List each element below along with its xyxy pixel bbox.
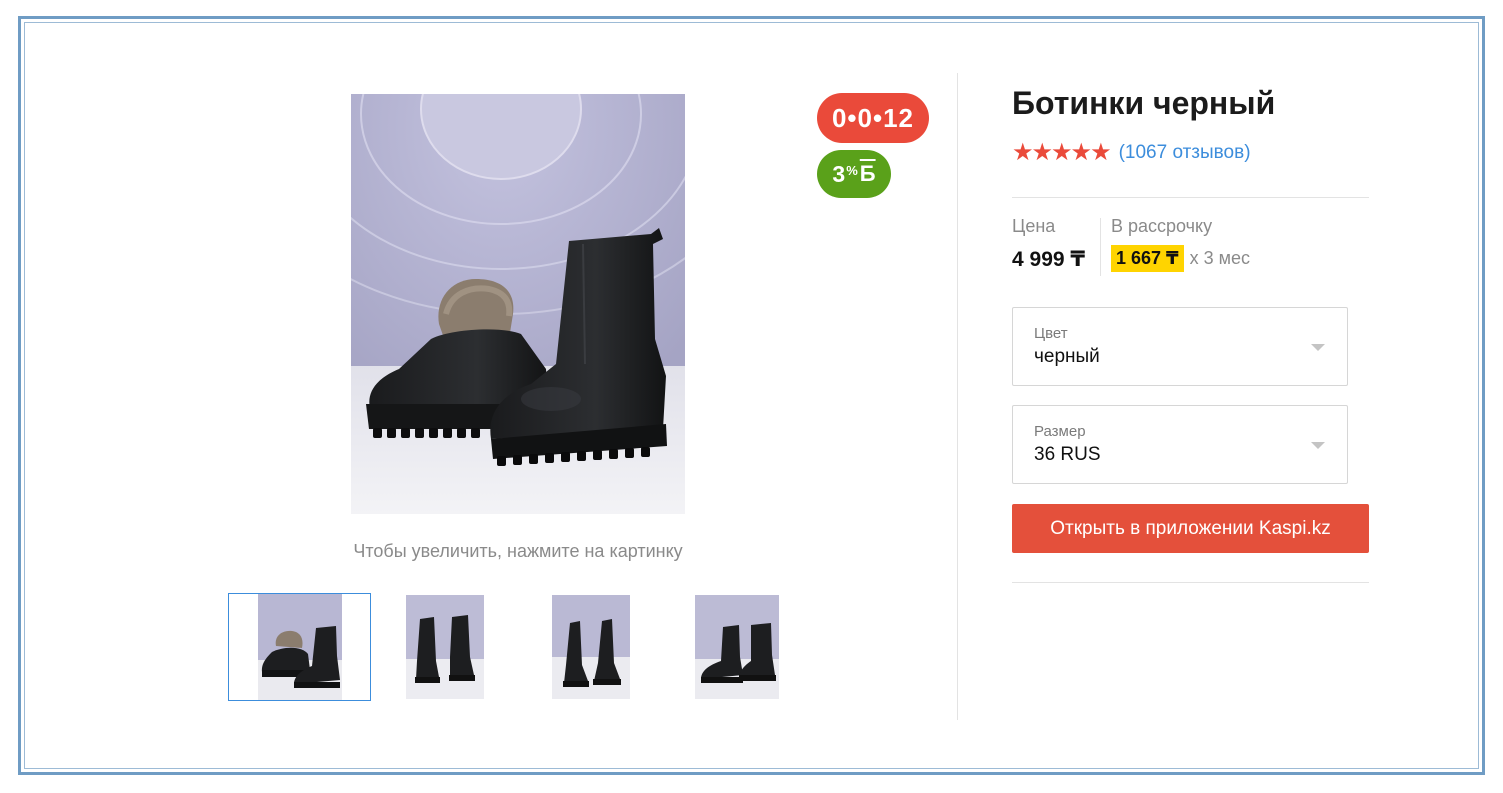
product-rating: ★★★★★ (1067 отзывов) bbox=[1012, 140, 1251, 166]
installment-block: В рассрочку 1 667 ₸ x 3 мес bbox=[1111, 216, 1250, 272]
reviews-link[interactable]: (1067 отзывов) bbox=[1119, 142, 1251, 164]
price-label: Цена bbox=[1012, 216, 1056, 236]
rating-stars-icon: ★★★★★ bbox=[1012, 139, 1112, 166]
thumbnail-2[interactable] bbox=[394, 593, 496, 701]
size-select-value: 36 RUS bbox=[1034, 444, 1101, 465]
bonus-value: 3 bbox=[832, 160, 846, 187]
zoom-hint: Чтобы увеличить, нажмите на картинку bbox=[353, 541, 683, 561]
installment-label: В рассрочку bbox=[1111, 216, 1213, 236]
color-select-value: черный bbox=[1034, 346, 1100, 367]
divider-top bbox=[1012, 197, 1369, 198]
size-select-label: Размер bbox=[1034, 423, 1086, 440]
installment-term: x 3 мес bbox=[1189, 248, 1250, 268]
bonus-percent: % bbox=[846, 162, 858, 178]
bonus-currency: Б bbox=[859, 161, 876, 186]
installment-badge: 0•0•12 bbox=[817, 93, 929, 143]
price-divider bbox=[1100, 218, 1101, 276]
divider-bottom bbox=[1012, 582, 1369, 583]
price-block: Цена 4 999 ₸ bbox=[1012, 216, 1085, 272]
color-select[interactable]: Цвет черный bbox=[1012, 307, 1348, 386]
bonus-badge: 3% Б bbox=[817, 150, 891, 198]
main-product-image[interactable] bbox=[351, 94, 685, 514]
product-title: Ботинки черный bbox=[1012, 85, 1276, 121]
size-select[interactable]: Размер 36 RUS bbox=[1012, 405, 1348, 484]
price-value: 4 999 ₸ bbox=[1012, 248, 1085, 271]
open-in-app-button[interactable]: Открыть в приложении Kaspi.kz bbox=[1012, 504, 1369, 553]
installment-amount: 1 667 ₸ bbox=[1111, 245, 1184, 272]
thumbnail-3[interactable] bbox=[540, 593, 642, 701]
column-divider bbox=[957, 73, 958, 720]
thumbnail-1[interactable] bbox=[228, 593, 371, 701]
chevron-down-icon bbox=[1311, 344, 1325, 351]
thumbnail-4[interactable] bbox=[684, 593, 790, 701]
color-select-label: Цвет bbox=[1034, 325, 1068, 342]
chevron-down-icon bbox=[1311, 442, 1325, 449]
